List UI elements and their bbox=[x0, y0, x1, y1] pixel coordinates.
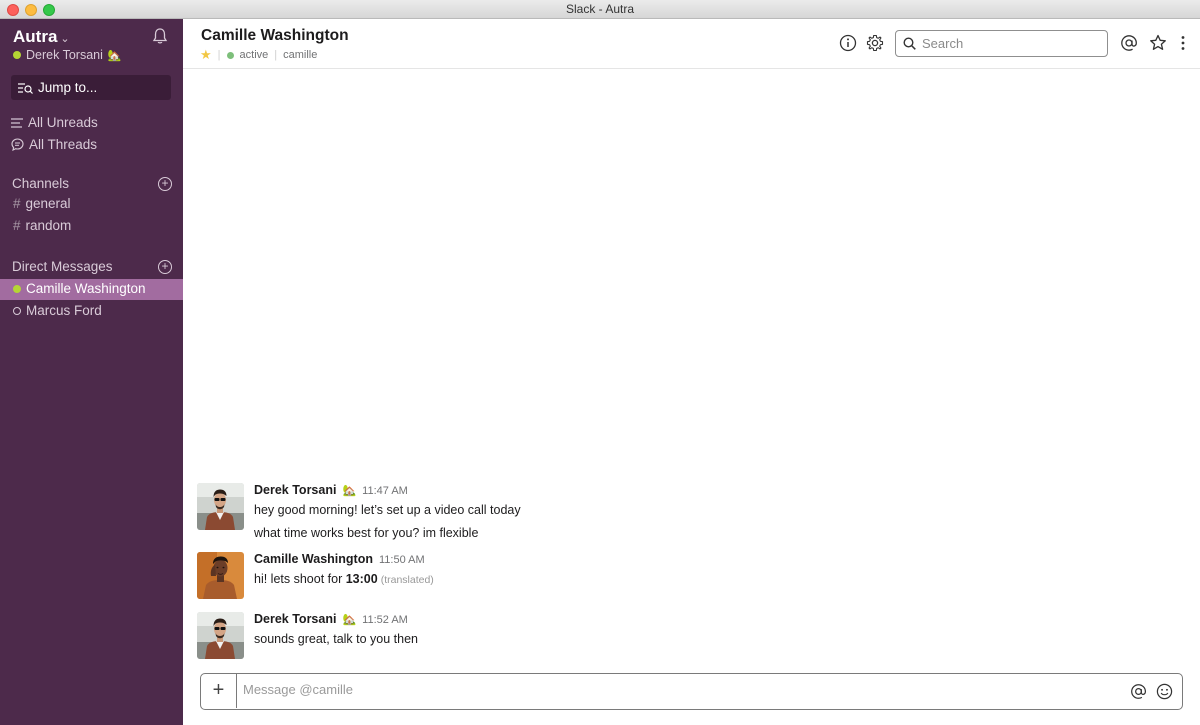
sidebar-item-marcus-ford[interactable]: Marcus Ford bbox=[13, 303, 102, 318]
current-user-name: Derek Torsani bbox=[26, 48, 103, 62]
avatar-camille-image bbox=[197, 552, 244, 599]
timestamp[interactable]: 11:50 AM bbox=[379, 554, 425, 566]
jump-to-label: Jump to... bbox=[38, 80, 98, 95]
conversation-meta: ★ | active | camille bbox=[200, 47, 317, 63]
jump-to-button[interactable]: Jump to... bbox=[11, 75, 171, 100]
thread-icon bbox=[11, 138, 24, 151]
house-emoji-icon: 🏡 bbox=[342, 485, 357, 497]
avatar[interactable] bbox=[197, 483, 244, 530]
conversation-header: Camille Washington ★ | active | camille bbox=[183, 19, 1200, 69]
divider: | bbox=[217, 49, 221, 61]
current-user[interactable]: Derek Torsani 🏡 bbox=[13, 48, 122, 62]
star-icon[interactable] bbox=[1149, 34, 1167, 52]
sender-name[interactable]: Derek Torsani bbox=[254, 483, 336, 497]
attach-plus-button[interactable]: + bbox=[201, 674, 237, 708]
sidebar-item-all-threads[interactable]: All Threads bbox=[11, 137, 97, 152]
message-text-bold-time: 13:00 bbox=[345, 572, 378, 586]
sidebar-item-general[interactable]: # general bbox=[13, 196, 71, 211]
avatar[interactable] bbox=[197, 612, 244, 659]
sidebar-item-label: All Unreads bbox=[28, 115, 98, 130]
house-emoji-icon: 🏡 bbox=[342, 614, 357, 626]
chevron-down-icon: ⌄ bbox=[60, 33, 70, 45]
search-input[interactable] bbox=[922, 36, 1092, 51]
star-filled-icon[interactable]: ★ bbox=[200, 47, 212, 63]
sidebar-item-label: general bbox=[25, 196, 71, 211]
app-window: Slack - Autra Autra ⌄ Derek Torsani 🏡 Jum… bbox=[0, 0, 1200, 725]
mention-icon[interactable] bbox=[1130, 683, 1147, 700]
online-status-icon bbox=[13, 284, 21, 293]
message-composer: + bbox=[200, 673, 1183, 710]
sidebar: Autra ⌄ Derek Torsani 🏡 Jump to... All U… bbox=[0, 19, 183, 725]
workspace-menu[interactable]: Autra ⌄ bbox=[13, 27, 70, 47]
bell-icon[interactable] bbox=[151, 27, 169, 45]
hash-icon: # bbox=[13, 218, 21, 233]
presence-status: active bbox=[239, 49, 269, 61]
mentions-icon[interactable] bbox=[1120, 34, 1138, 52]
search-box[interactable] bbox=[895, 30, 1108, 57]
message-header: Derek Torsani 🏡 11:47 AM bbox=[254, 483, 521, 497]
away-status-icon bbox=[13, 306, 21, 315]
message-text: hi! lets shoot for 13:00 (translated) bbox=[254, 572, 434, 586]
sidebar-item-all-unreads[interactable]: All Unreads bbox=[11, 115, 98, 130]
user-handle: camille bbox=[283, 49, 318, 61]
sidebar-item-random[interactable]: # random bbox=[13, 218, 71, 233]
conversation-title[interactable]: Camille Washington bbox=[201, 27, 349, 45]
translated-note: (translated) bbox=[380, 574, 434, 586]
sender-name[interactable]: Camille Washington bbox=[254, 552, 373, 566]
timestamp[interactable]: 11:52 AM bbox=[362, 614, 408, 626]
message-body: Camille Washington 11:50 AM hi! lets sho… bbox=[254, 552, 434, 586]
channels-section-title[interactable]: Channels bbox=[12, 176, 69, 191]
sidebar-item-label: random bbox=[25, 218, 72, 233]
timestamp[interactable]: 11:47 AM bbox=[362, 485, 408, 497]
window-title: Slack - Autra bbox=[565, 2, 635, 16]
emoji-icon[interactable] bbox=[1156, 683, 1173, 700]
sidebar-item-camille-washington[interactable]: Camille Washington bbox=[13, 281, 146, 296]
more-vertical-icon[interactable] bbox=[1174, 34, 1192, 52]
divider: | bbox=[274, 49, 278, 61]
sender-name[interactable]: Derek Torsani bbox=[254, 612, 336, 626]
avatar-derek-image bbox=[197, 483, 244, 530]
house-emoji-icon: 🏡 bbox=[107, 49, 122, 62]
lines-icon bbox=[11, 117, 23, 128]
message-text-prefix: hi! lets shoot for bbox=[254, 572, 346, 586]
search-icon bbox=[903, 37, 916, 50]
info-icon[interactable] bbox=[839, 34, 857, 52]
message-text: what time works best for you? im flexibl… bbox=[254, 526, 479, 540]
add-channel-icon[interactable]: + bbox=[158, 177, 172, 191]
add-direct-message-icon[interactable]: + bbox=[158, 260, 172, 274]
avatar[interactable] bbox=[197, 552, 244, 599]
gear-icon[interactable] bbox=[866, 34, 884, 52]
active-status-icon bbox=[226, 51, 234, 59]
title-bar: Slack - Autra bbox=[0, 0, 1200, 19]
conversation-pane: Camille Washington ★ | active | camille bbox=[183, 19, 1200, 725]
workspace-name: Autra bbox=[13, 27, 58, 46]
message-header: Derek Torsani 🏡 11:52 AM bbox=[254, 612, 418, 626]
message-body: Derek Torsani 🏡 11:47 AM hey good mornin… bbox=[254, 483, 521, 540]
message-body: Derek Torsani 🏡 11:52 AM sounds great, t… bbox=[254, 612, 418, 646]
direct-messages-section-title[interactable]: Direct Messages bbox=[12, 259, 113, 274]
message-header: Camille Washington 11:50 AM bbox=[254, 552, 434, 566]
online-status-icon bbox=[13, 51, 21, 59]
message-text: sounds great, talk to you then bbox=[254, 632, 418, 646]
message-input[interactable] bbox=[243, 682, 1093, 697]
avatar-derek-image bbox=[197, 612, 244, 659]
message-text: hey good morning! let’s set up a video c… bbox=[254, 503, 521, 517]
sidebar-item-label: Marcus Ford bbox=[26, 303, 102, 318]
hash-icon: # bbox=[13, 196, 21, 211]
jump-to-icon bbox=[18, 82, 33, 94]
sidebar-item-label: All Threads bbox=[29, 137, 98, 152]
sidebar-item-label: Camille Washington bbox=[26, 281, 146, 296]
